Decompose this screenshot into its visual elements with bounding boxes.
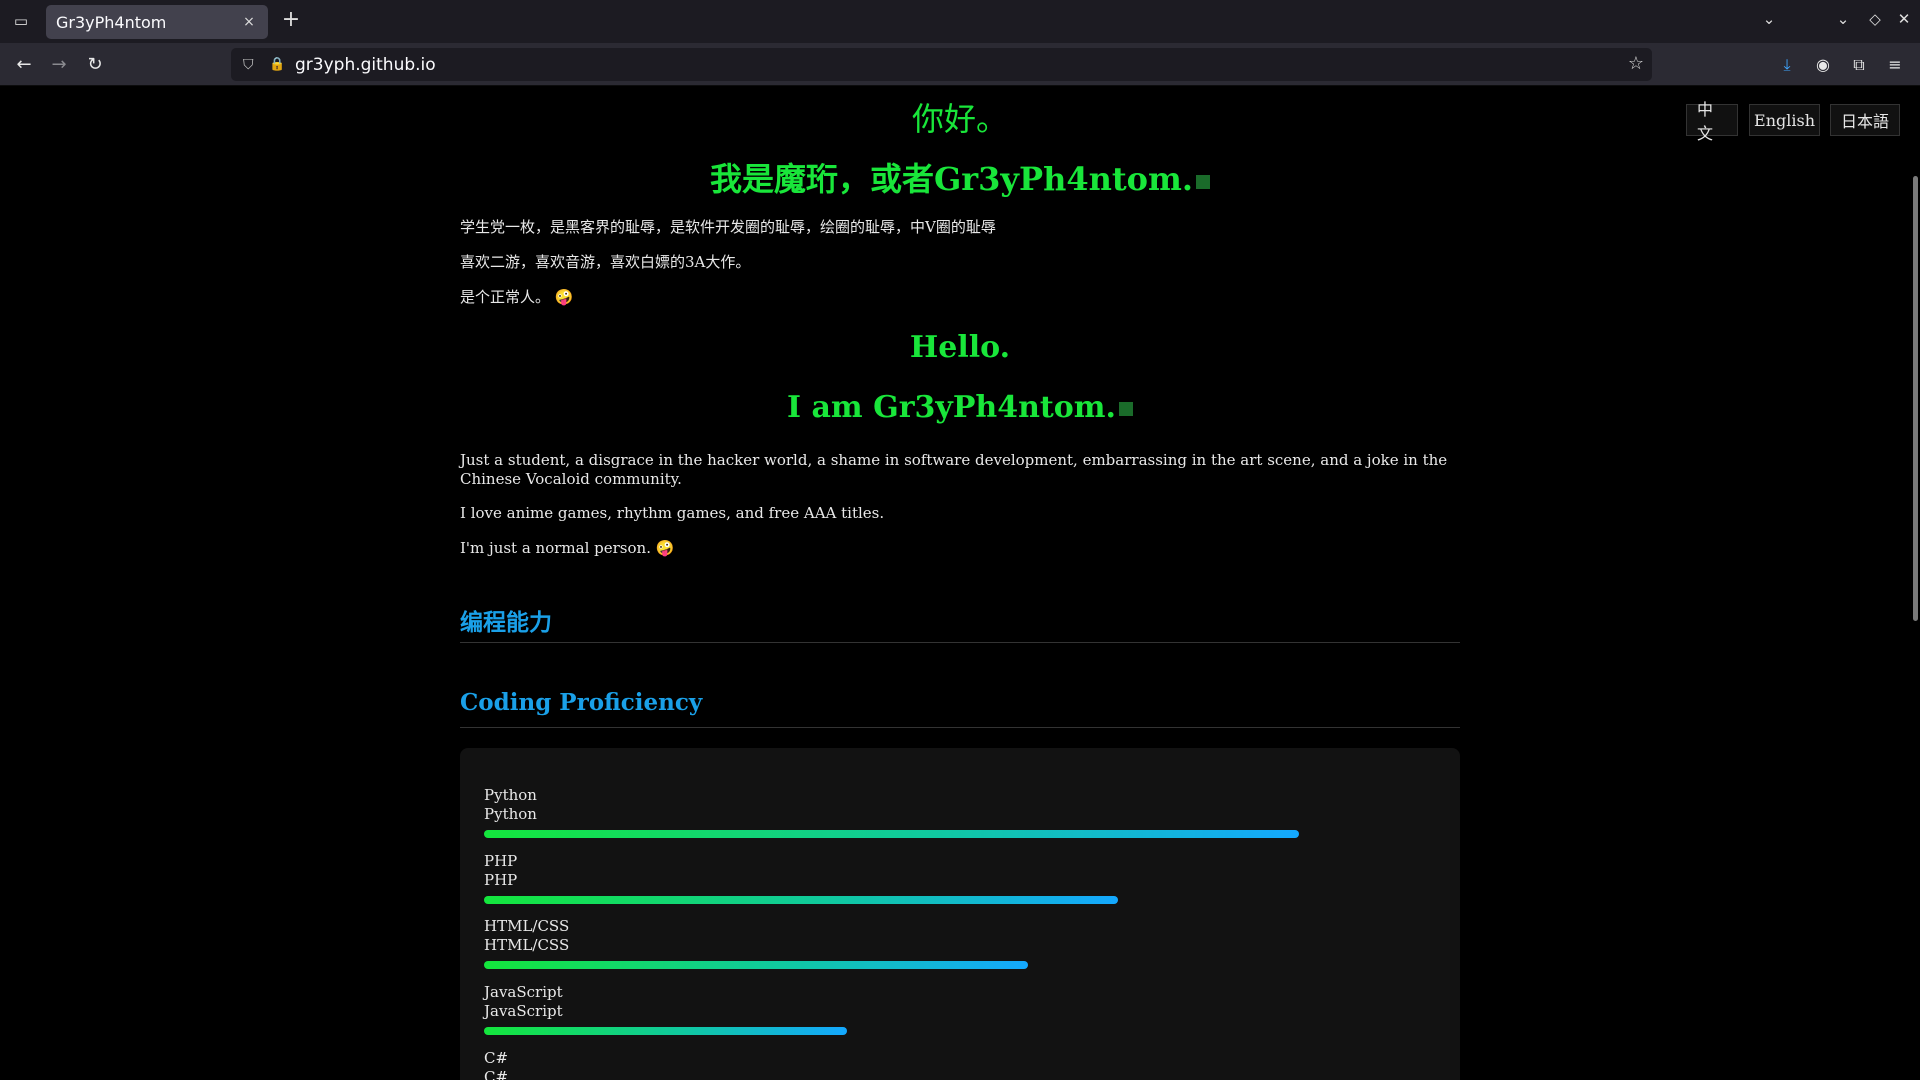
crazy-face-emoji-icon: 🤪: [655, 539, 675, 557]
skill-python: Python Python: [484, 786, 1436, 838]
intro-zh-2: 喜欢二游，喜欢音游，喜欢白嫖的3A大作。: [460, 253, 751, 271]
skill-bar: [484, 830, 1436, 838]
maximize-icon[interactable]: ◇: [1864, 10, 1886, 28]
greeting-en-hello: Hello.: [909, 330, 1011, 365]
extensions-icon[interactable]: ⧉: [1846, 52, 1872, 78]
tab-bar: ▭ Gr3yPh4ntom × + ⌄ ⌄ ◇ ✕: [0, 0, 1920, 43]
cursor-block: [1196, 174, 1211, 189]
intro-en-2: I love anime games, rhythm games, and fr…: [460, 504, 885, 522]
skill-bar: [484, 896, 1436, 904]
skill-name-en: PHP: [484, 871, 518, 889]
menu-icon[interactable]: ≡: [1882, 52, 1908, 78]
section-divider: [460, 642, 1460, 643]
intro-en-1: Just a student, a disgrace in the hacker…: [460, 451, 1448, 488]
section-title-en: Coding Proficiency: [460, 689, 703, 716]
crazy-face-emoji-icon: 🤪: [554, 288, 574, 306]
skill-name-en: Python: [484, 805, 537, 823]
bookmark-star-icon[interactable]: ☆: [1628, 53, 1644, 74]
forward-icon[interactable]: →: [46, 52, 72, 78]
close-icon[interactable]: ×: [240, 14, 258, 30]
page-viewport: 中文 English 日本語 你好。 我是魔珩，或者Gr3yPh4ntom. 学…: [0, 86, 1920, 1080]
download-icon[interactable]: ⤓: [1774, 52, 1800, 78]
greeting-zh-intro: 我是魔珩，或者Gr3yPh4ntom.: [460, 154, 1460, 200]
skill-name-en: JavaScript: [484, 1002, 563, 1020]
skill-name-zh: PHP: [484, 852, 518, 870]
skill-csharp: C# C#: [484, 1049, 1436, 1080]
tab-list-icon[interactable]: ▭: [8, 8, 34, 34]
lang-button-ja[interactable]: 日本語: [1830, 104, 1900, 136]
reload-icon[interactable]: ↻: [82, 52, 108, 78]
skill-bar-fill: [484, 1027, 847, 1035]
skill-bar: [484, 961, 1436, 969]
shield-icon[interactable]: ⛉: [243, 57, 259, 73]
account-icon[interactable]: ◉: [1810, 52, 1836, 78]
skill-html-css: HTML/CSS HTML/CSS: [484, 917, 1436, 969]
tab-title: Gr3yPh4ntom: [56, 12, 167, 32]
skill-name-en: HTML/CSS: [484, 936, 570, 954]
tab-active[interactable]: Gr3yPh4ntom ×: [46, 5, 268, 39]
skill-bar: [484, 1027, 1436, 1035]
skill-php: PHP PHP: [484, 852, 1436, 904]
greeting-en-intro: I am Gr3yPh4ntom.: [460, 390, 1460, 425]
minimize-icon[interactable]: ⌄: [1832, 10, 1854, 28]
url-bar[interactable]: ⛉ 🔒 gr3yph.github.io ☆: [231, 48, 1652, 81]
cursor-block: [1118, 402, 1133, 416]
chevron-down-icon[interactable]: ⌄: [1758, 10, 1780, 28]
skill-name-zh: Python: [484, 786, 537, 804]
browser-chrome: ▭ Gr3yPh4ntom × + ⌄ ⌄ ◇ ✕ ← → ↻ ⛉ 🔒 gr3y…: [0, 0, 1920, 86]
skill-bar-fill: [484, 830, 1299, 838]
lang-button-zh[interactable]: 中文: [1686, 100, 1738, 143]
nav-bar: ← → ↻ ⛉ 🔒 gr3yph.github.io ☆ ⤓ ◉ ⧉ ≡: [0, 43, 1920, 86]
skill-bar-fill: [484, 896, 1119, 904]
lock-icon[interactable]: 🔒: [269, 57, 285, 72]
back-icon[interactable]: ←: [11, 52, 37, 78]
skill-name-en: C#: [484, 1068, 509, 1080]
new-tab-button[interactable]: +: [278, 8, 304, 34]
skill-javascript: JavaScript JavaScript: [484, 983, 1436, 1035]
skill-name-zh: HTML/CSS: [484, 917, 570, 935]
skill-name-zh: C#: [484, 1049, 509, 1067]
skill-name-zh: JavaScript: [484, 983, 563, 1001]
intro-en-3: I'm just a normal person. 🤪: [460, 539, 675, 557]
intro-zh-3: 是个正常人。 🤪: [460, 288, 574, 306]
intro-zh-1: 学生党一枚，是黑客界的耻辱，是软件开发圈的耻辱，绘圈的耻辱，中V圈的耻辱: [460, 218, 996, 236]
lang-button-en[interactable]: English: [1749, 104, 1820, 136]
skill-bar-fill: [484, 961, 1028, 969]
window-close-icon[interactable]: ✕: [1893, 10, 1915, 28]
skills-card: Python Python PHP PHP HTML/CSS HTML/CSS …: [460, 748, 1460, 1080]
url-text[interactable]: gr3yph.github.io: [295, 55, 436, 75]
greeting-zh-hello: 你好。: [911, 100, 1008, 138]
scrollbar-thumb[interactable]: [1913, 176, 1918, 621]
section-title-zh: 编程能力: [460, 609, 552, 636]
section-divider: [460, 727, 1460, 728]
